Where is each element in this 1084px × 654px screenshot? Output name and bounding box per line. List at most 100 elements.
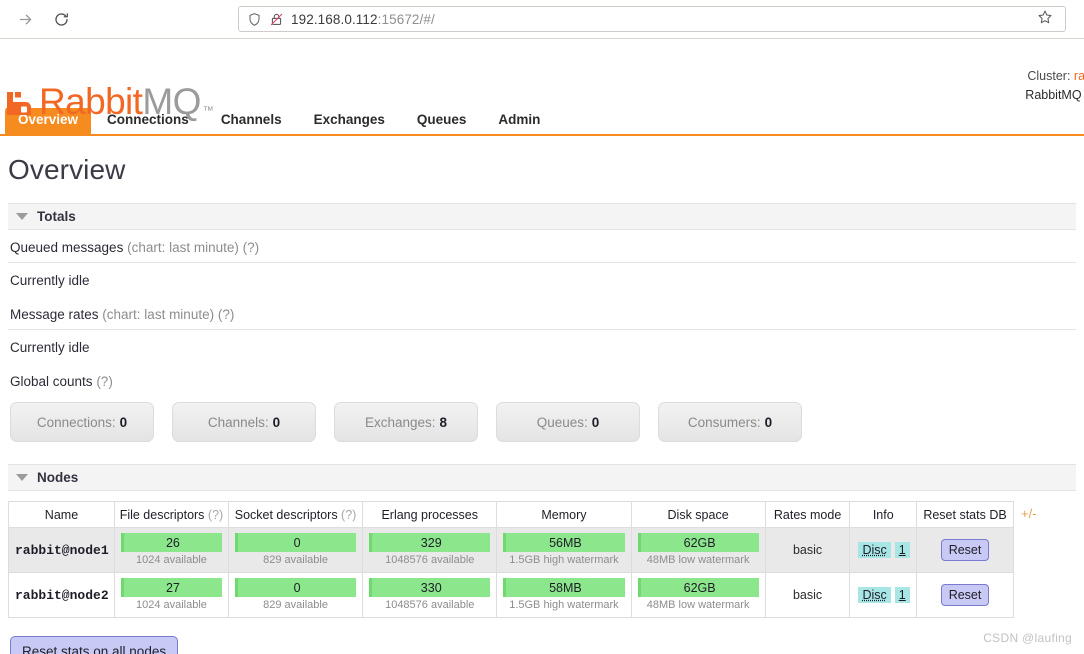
file-descriptors-sub: 1024 available xyxy=(135,599,207,611)
socket-descriptors-sub: 829 available xyxy=(263,599,328,611)
node-name[interactable]: rabbit@node1 xyxy=(8,527,115,573)
reload-icon[interactable] xyxy=(46,4,76,34)
rabbit-logo-icon xyxy=(6,89,36,119)
logo-rabbit-text: Rabbit xyxy=(39,81,143,122)
reset-stats-button[interactable]: Reset xyxy=(940,584,990,606)
col-socket-descriptors[interactable]: Socket descriptors (?) xyxy=(227,501,364,528)
file-descriptors-bar: 27 xyxy=(120,578,222,597)
col-memory[interactable]: Memory xyxy=(496,501,632,528)
disk-space-bar: 62GB xyxy=(637,578,759,597)
url-path: :15672/#/ xyxy=(377,11,435,27)
queued-messages-hint[interactable]: (chart: last minute) (?) xyxy=(123,240,259,255)
node-socket-descriptors: 0 829 available xyxy=(227,572,364,618)
node-info: Disc 1 xyxy=(849,527,918,573)
node-reset-cell: Reset xyxy=(916,527,1014,573)
address-bar[interactable]: 192.168.0.112:15672/#/ xyxy=(238,6,1066,32)
col-info[interactable]: Info xyxy=(849,501,918,528)
global-counts-hint[interactable]: (?) xyxy=(93,374,113,389)
chevron-down-icon[interactable] xyxy=(16,474,28,481)
col-file-descriptors[interactable]: File descriptors (?) xyxy=(113,501,229,528)
memory-value: 56MB xyxy=(549,535,582,550)
count-connections[interactable]: Connections: 0 xyxy=(10,402,154,442)
memory-bar: 56MB xyxy=(503,533,625,552)
cluster-info: Cluster: rab RabbitMQ 3 xyxy=(972,67,1084,105)
disk-space-value: 62GB xyxy=(683,580,716,595)
global-counts-label: Global counts (?) xyxy=(8,364,1076,389)
file-descriptors-bar: 26 xyxy=(120,533,222,552)
node-erlang-processes: 330 1048576 available xyxy=(362,572,498,618)
logo-mq-text: MQ xyxy=(142,81,201,122)
col-disk-space[interactable]: Disk space xyxy=(630,501,766,528)
memory-sub: 1.5GB high watermark xyxy=(509,554,619,566)
erlang-processes-sub: 1048576 available xyxy=(385,599,475,611)
file-descriptors-value: 26 xyxy=(165,535,180,550)
tab-channels[interactable]: Channels xyxy=(205,106,298,134)
col-rates-mode-label: Rates mode xyxy=(773,507,842,522)
erlang-processes-bar: 330 xyxy=(369,578,491,597)
node-socket-descriptors: 0 829 available xyxy=(227,527,364,573)
node-memory: 58MB 1.5GB high watermark xyxy=(496,572,632,618)
message-rates-hint[interactable]: (chart: last minute) (?) xyxy=(99,307,234,322)
socket-descriptors-sub: 829 available xyxy=(263,554,328,566)
count-consumers-value: 0 xyxy=(764,414,773,430)
message-rates-text: Message rates xyxy=(10,307,99,322)
badge-count[interactable]: 1 xyxy=(894,542,910,558)
cluster-label: Cluster: xyxy=(1027,69,1074,83)
nodes-section-title: Nodes xyxy=(37,470,79,485)
col-rates-mode[interactable]: Rates mode xyxy=(764,501,851,528)
socket-descriptors-value: 0 xyxy=(293,535,301,550)
disk-space-sub: 48MB low watermark xyxy=(646,554,750,566)
tab-admin[interactable]: Admin xyxy=(482,106,556,134)
erlang-processes-value: 329 xyxy=(420,535,442,550)
col-memory-label: Memory xyxy=(541,507,587,522)
url-text: 192.168.0.112:15672/#/ xyxy=(291,12,435,27)
forward-icon[interactable] xyxy=(10,4,40,34)
reset-stats-button[interactable]: Reset xyxy=(940,539,990,561)
shield-icon[interactable] xyxy=(247,12,262,27)
node-erlang-processes: 329 1048576 available xyxy=(362,527,498,573)
rabbitmq-logo[interactable]: RabbitMQ ™ xyxy=(6,81,214,122)
node-memory: 56MB 1.5GB high watermark xyxy=(496,527,632,573)
memory-bar: 58MB xyxy=(503,578,625,597)
table-row: rabbit@node1 26 1024 available 0 829 ava… xyxy=(8,527,1014,573)
count-queues-value: 0 xyxy=(591,414,600,430)
badge-disc[interactable]: Disc xyxy=(858,542,891,558)
count-consumers[interactable]: Consumers: 0 xyxy=(658,402,802,442)
col-name[interactable]: Name xyxy=(8,501,115,528)
chevron-down-icon[interactable] xyxy=(16,213,28,220)
col-file-descriptors-hint[interactable]: (?) xyxy=(204,508,223,522)
disk-space-value: 62GB xyxy=(683,535,716,550)
socket-descriptors-value: 0 xyxy=(293,580,301,595)
memory-value: 58MB xyxy=(549,580,582,595)
node-name[interactable]: rabbit@node2 xyxy=(8,572,115,618)
col-erlang-processes-label: Erlang processes xyxy=(381,507,479,522)
badge-count[interactable]: 1 xyxy=(894,587,910,603)
logo-trademark: ™ xyxy=(202,105,214,117)
count-exchanges[interactable]: Exchanges: 8 xyxy=(334,402,478,442)
toggle-columns-button[interactable]: +/- xyxy=(1021,506,1037,521)
disk-space-sub: 48MB low watermark xyxy=(646,599,750,611)
col-socket-descriptors-hint[interactable]: (?) xyxy=(338,508,356,522)
badge-disc[interactable]: Disc xyxy=(858,587,891,603)
col-erlang-processes[interactable]: Erlang processes xyxy=(362,501,498,528)
tab-exchanges[interactable]: Exchanges xyxy=(298,106,401,134)
watermark: CSDN @laufing xyxy=(983,631,1072,645)
count-connections-label: Connections: xyxy=(36,414,116,430)
col-reset-stats-db[interactable]: Reset stats DB xyxy=(916,501,1014,528)
col-name-label: Name xyxy=(44,507,79,522)
count-queues[interactable]: Queues: 0 xyxy=(496,402,640,442)
col-info-label: Info xyxy=(872,507,894,522)
star-icon[interactable] xyxy=(1037,9,1057,30)
global-counts-text: Global counts xyxy=(10,374,93,389)
count-exchanges-value: 8 xyxy=(439,414,448,430)
lock-crossed-icon[interactable] xyxy=(269,12,284,27)
count-consumers-label: Consumers: xyxy=(687,414,761,430)
tab-queues[interactable]: Queues xyxy=(401,106,483,134)
count-queues-label: Queues: xyxy=(536,414,588,430)
reset-stats-all-nodes-button[interactable]: Reset stats on all nodes xyxy=(10,636,179,654)
totals-section-header[interactable]: Totals xyxy=(8,203,1076,230)
nodes-section-header[interactable]: Nodes xyxy=(8,464,1076,491)
table-row: rabbit@node2 27 1024 available 0 829 ava… xyxy=(8,572,1014,618)
message-rates-value: Currently idle xyxy=(10,340,90,355)
count-channels[interactable]: Channels: 0 xyxy=(172,402,316,442)
